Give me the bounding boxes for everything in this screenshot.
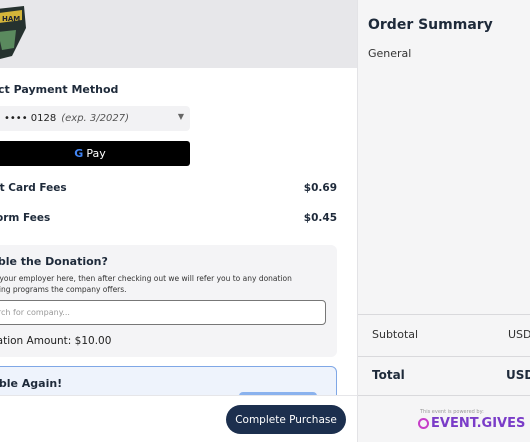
summary-divider <box>358 395 530 396</box>
payment-method-title: ct Payment Method <box>0 83 119 96</box>
company-search-input[interactable]: arch for company... <box>0 300 326 325</box>
google-pay-button[interactable]: G Pay <box>0 141 190 166</box>
total-value: USD <box>506 368 530 382</box>
team-logo-icon: HAM <box>0 6 26 59</box>
complete-purchase-button[interactable]: Complete Purchase <box>226 405 346 434</box>
logo-text: HAM <box>2 15 20 23</box>
google-g-icon: G <box>74 147 84 160</box>
subtotal-label: Subtotal <box>372 328 419 341</box>
credit-card-fee-label: it Card Fees <box>0 182 67 194</box>
double-again-title: uble Again! <box>0 377 63 390</box>
double-donation-title: uble the Donation? <box>0 255 108 268</box>
card-expiry: (exp. 3/2027) <box>61 113 129 124</box>
total-label: Total <box>372 368 405 382</box>
ticket-category: General <box>368 47 412 60</box>
gpay-label: Pay <box>86 147 106 160</box>
card-select[interactable]: •••• 0128 (exp. 3/2027) ▼ <box>0 106 190 131</box>
event-gives-icon <box>418 418 429 429</box>
credit-card-fee-value: $0.69 <box>303 182 337 194</box>
event-gives-logo[interactable]: EVENT.GIVES <box>418 416 525 431</box>
subtotal-value: USD <box>508 328 530 341</box>
platform-fee-label: orm Fees <box>0 212 51 224</box>
header-banner: HAM <box>0 0 357 68</box>
event-gives-text: EVENT.GIVES <box>431 416 526 431</box>
checkout-panel: HAM ct Payment Method •••• 0128 (exp. 3/… <box>0 0 357 442</box>
double-donation-box: uble the Donation? ct your employer here… <box>0 245 337 357</box>
order-summary-title: Order Summary <box>368 17 493 33</box>
card-number: •••• 0128 <box>4 113 57 124</box>
powered-by-label: This event is powered by: <box>420 409 484 415</box>
order-summary-panel: Order Summary General Subtotal USD Total… <box>357 0 530 442</box>
chevron-down-icon: ▼ <box>177 112 184 121</box>
platform-fee-value: $0.45 <box>303 212 337 224</box>
summary-divider <box>358 356 530 357</box>
summary-divider <box>358 314 530 315</box>
double-donation-description: ct your employer here, then after checki… <box>0 274 292 294</box>
donation-amount: nation Amount: $10.00 <box>0 335 112 347</box>
